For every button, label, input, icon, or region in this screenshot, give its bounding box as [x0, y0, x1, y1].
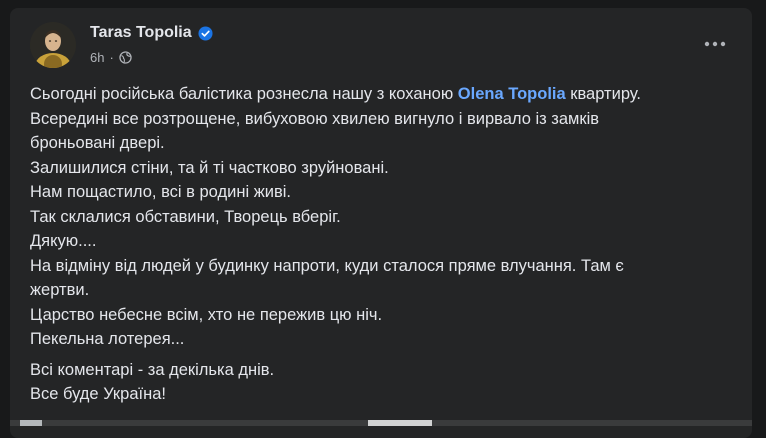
post-line: Дякую.... — [30, 232, 97, 250]
post-image-preview[interactable] — [10, 420, 752, 426]
more-options-button[interactable] — [700, 32, 730, 56]
post-line: Всі коментарі - за декілька днів. — [30, 360, 275, 379]
image-detail — [368, 420, 432, 426]
post-card: Taras Topolia 6h · Сьогодні російська ба… — [10, 8, 752, 438]
author-header: Taras Topolia — [90, 24, 213, 42]
post-line: На відміну від людей у будинку напроти, … — [30, 256, 624, 275]
meta-separator: · — [109, 50, 114, 65]
more-horizontal-icon — [704, 41, 726, 47]
verified-badge-icon — [198, 25, 213, 41]
post-timestamp[interactable]: 6h — [90, 50, 104, 65]
avatar-photo — [30, 22, 76, 68]
post-line: Царство небесне всім, хто не пережив цю … — [30, 305, 383, 324]
globe-icon[interactable] — [119, 51, 132, 64]
post-line: броньовані двері. — [30, 134, 165, 152]
post-line: Так склалися обставини, Творець вберіг. — [30, 207, 341, 226]
author-name[interactable]: Taras Topolia — [90, 24, 192, 42]
post-line: Сьогодні російська балістика рознесла на… — [30, 82, 742, 107]
post-text-segment: Сьогодні російська балістика рознесла на… — [30, 85, 458, 103]
post-body: Сьогодні російська балістика рознесла на… — [30, 82, 742, 407]
post-line: Залишилися стіни, та й ті частково зруйн… — [30, 158, 389, 177]
post-line: Пекельна лотерея... — [30, 330, 185, 348]
mention-link[interactable]: Olena Topolia — [458, 85, 566, 103]
post-line: Нам пощастило, всі в родині живі. — [30, 183, 291, 201]
post-line: Все буде Україна! — [30, 385, 166, 403]
post-text-segment: квартиру. — [565, 85, 641, 103]
post-line: Всередині все розтрощене, вибуховою хвил… — [30, 109, 600, 128]
author-avatar[interactable] — [30, 22, 76, 68]
image-detail — [20, 420, 42, 426]
post-meta: 6h · — [90, 50, 132, 65]
post-line: жертви. — [30, 281, 90, 299]
